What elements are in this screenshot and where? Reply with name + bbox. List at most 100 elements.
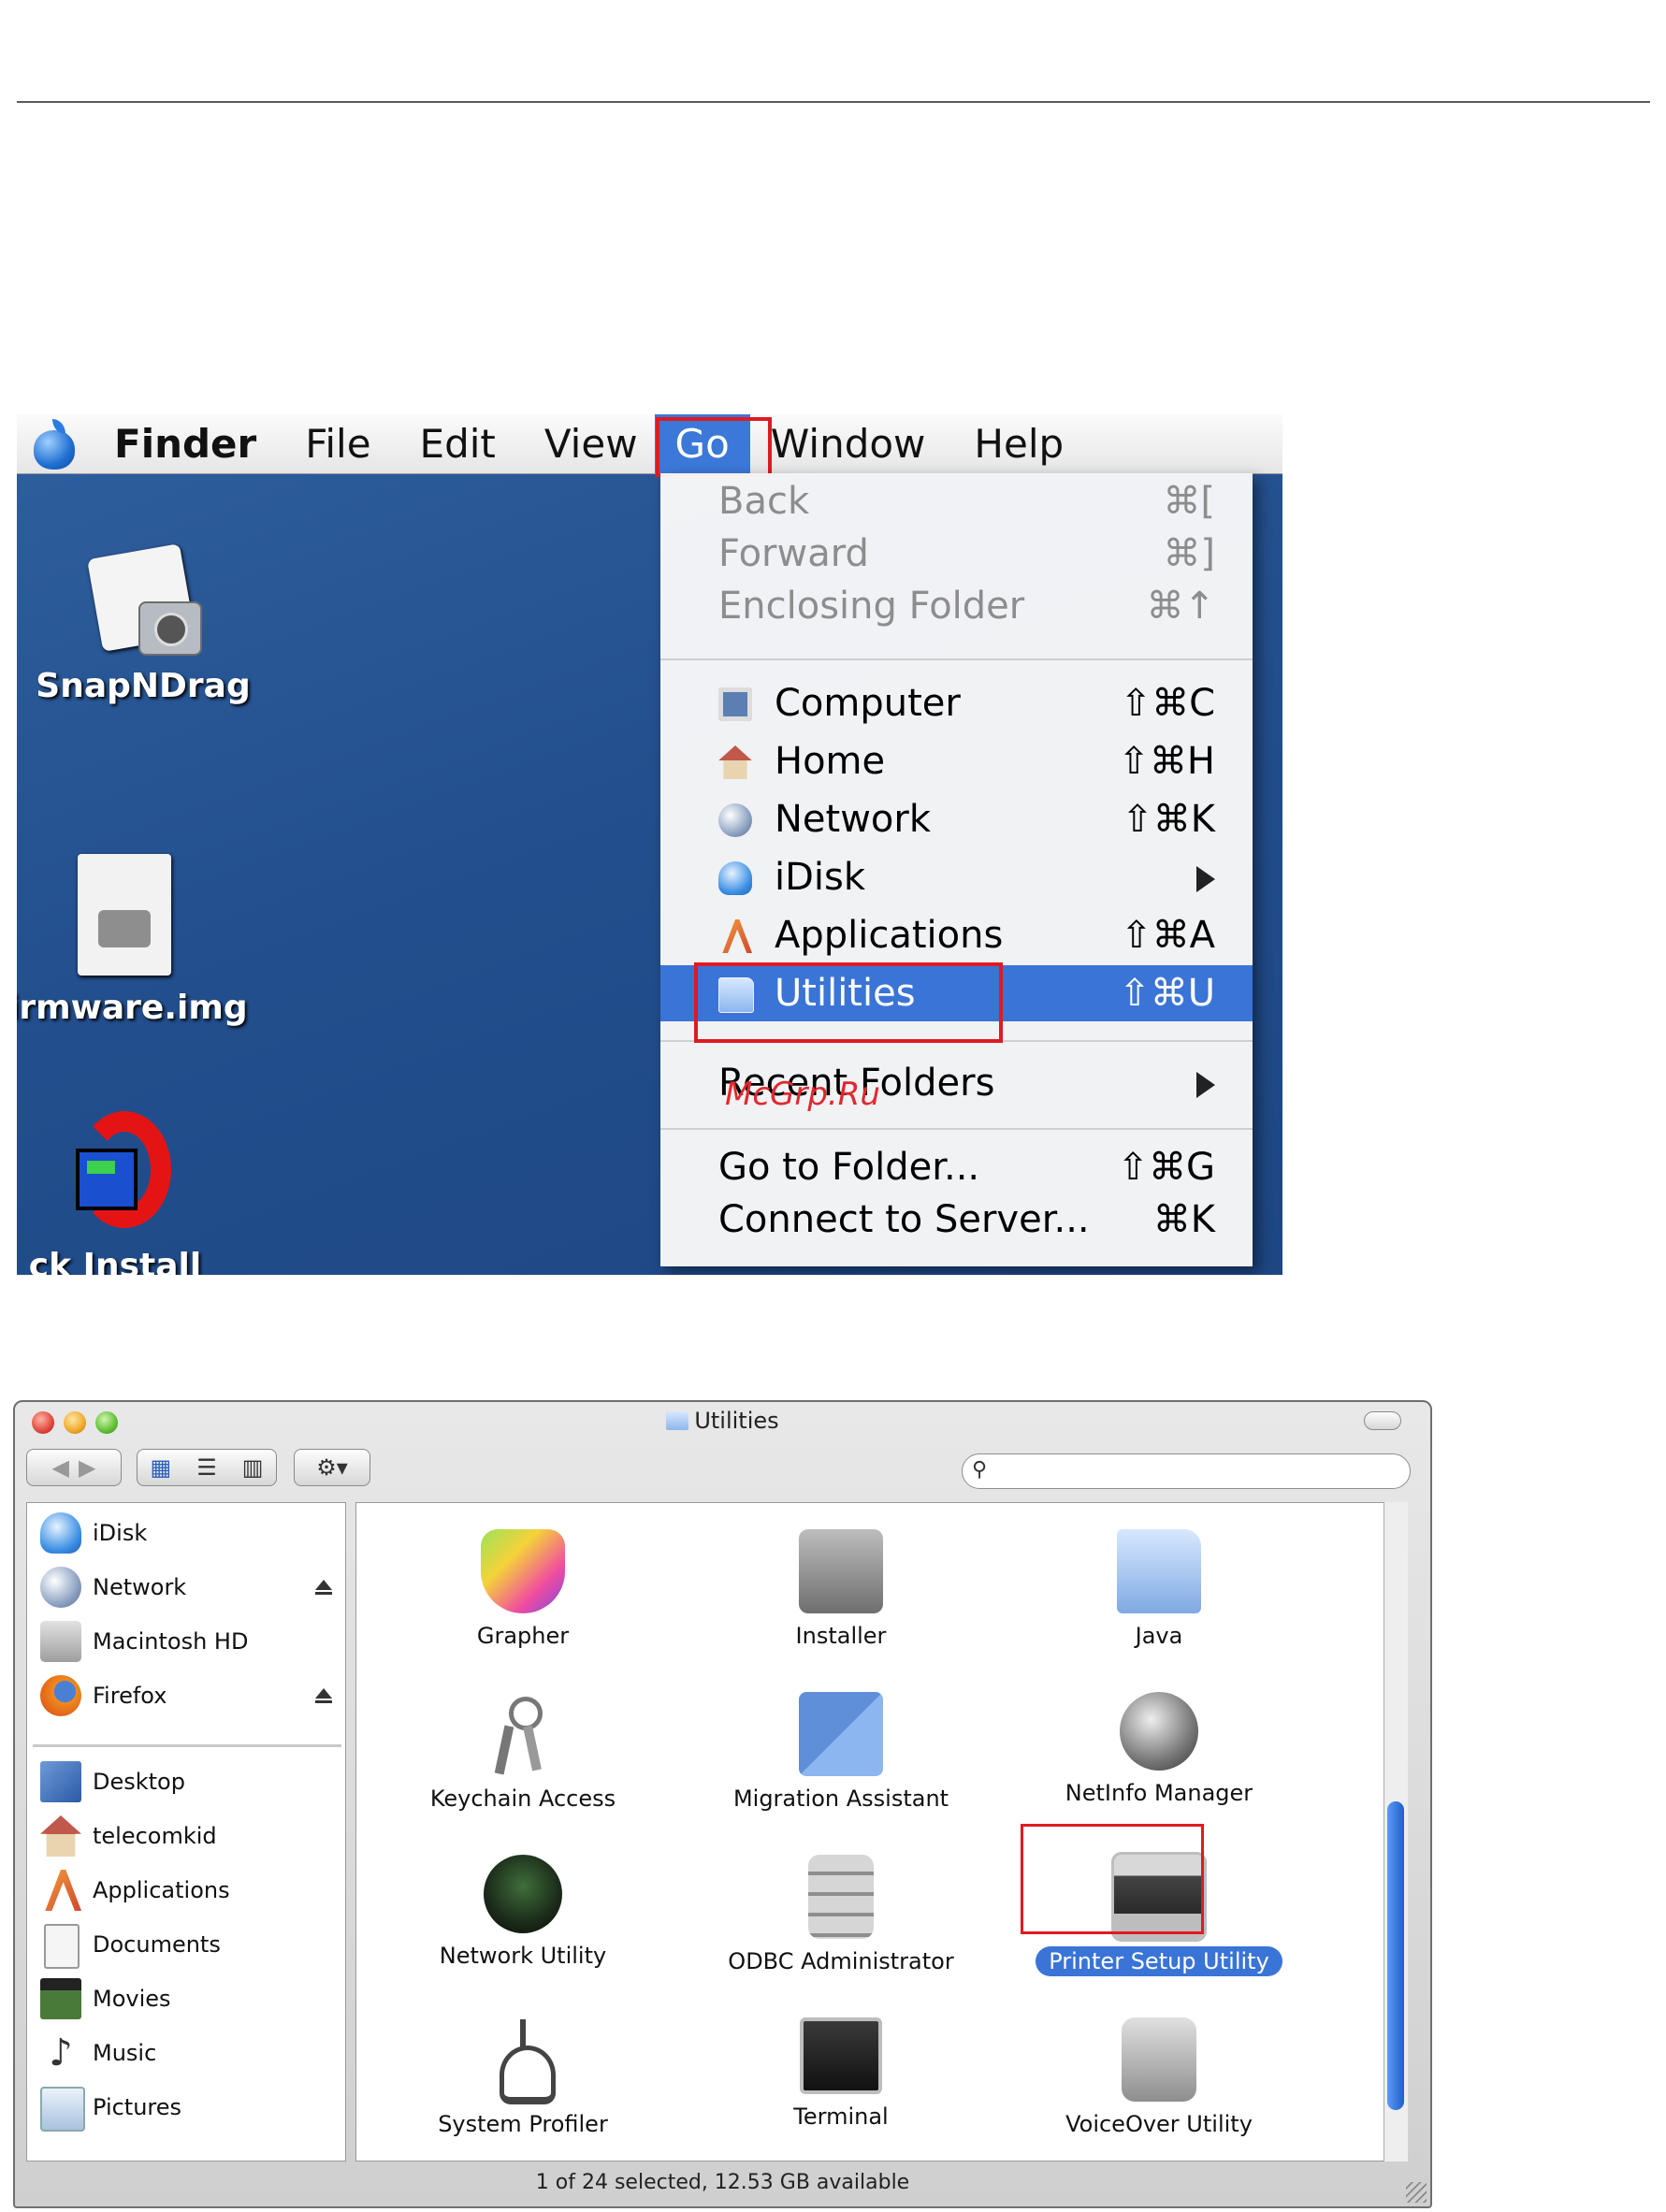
sidebar-item-macintosh-hd[interactable]: Macintosh HD	[27, 1617, 345, 1666]
netinfo-info-icon	[1120, 1692, 1198, 1771]
search-field[interactable]: ⚲	[962, 1453, 1411, 1489]
action-menu-button[interactable]: ⚙▾	[294, 1449, 370, 1486]
item-netinfo-manager[interactable]: NetInfo Manager	[1009, 1692, 1309, 1808]
sidebar-item-documents[interactable]: Documents	[27, 1920, 345, 1969]
menu-help[interactable]: Help	[974, 421, 1064, 467]
desktop-icon-firmware[interactable]: irmware.img	[17, 854, 248, 1027]
go-menu-screenshot: Finder File Edit View Go Window Help Sna…	[17, 414, 1282, 1275]
installer-icon	[799, 1529, 883, 1613]
page-rule	[17, 101, 1650, 103]
menu-view[interactable]: View	[544, 421, 638, 467]
vertical-scrollbar[interactable]	[1384, 1502, 1408, 2161]
menu-item-home[interactable]: Home ⇧⌘H	[660, 733, 1253, 789]
item-java[interactable]: Java	[1009, 1529, 1309, 1651]
go-dropdown-menu: Back ⌘[ Forward ⌘] Enclosing Folder ⌘↑ C…	[660, 473, 1253, 1266]
network-globe-icon	[718, 803, 752, 837]
utilities-icon-view: Grapher Installer Java Keychain Access M…	[355, 1502, 1408, 2161]
view-buttons[interactable]: ▦ ☰ ▥	[137, 1449, 277, 1486]
idisk-icon	[718, 861, 752, 895]
sidebar-item-pictures[interactable]: Pictures	[27, 2083, 345, 2132]
resize-grip-icon[interactable]	[1406, 2182, 1427, 2203]
eject-icon[interactable]	[315, 1580, 332, 1595]
sidebar-item-desktop[interactable]: Desktop	[27, 1757, 345, 1806]
voiceover-accessibility-icon	[1122, 2017, 1196, 2102]
terminal-icon	[800, 2017, 882, 2094]
menu-item-connect-to-server[interactable]: Connect to Server... ⌘K	[660, 1192, 1253, 1248]
sidebar-item-firefox[interactable]: Firefox	[27, 1671, 345, 1720]
menu-finder[interactable]: Finder	[114, 421, 256, 467]
printer-setup-callout	[1021, 1824, 1204, 1934]
item-keychain-access[interactable]: Keychain Access	[373, 1692, 673, 1814]
documents-icon	[44, 1924, 80, 1969]
gear-icon: ⚙▾	[316, 1454, 348, 1481]
sidebar-item-idisk[interactable]: iDisk	[27, 1509, 345, 1557]
window-title: Utilities	[694, 1408, 779, 1434]
item-network-utility[interactable]: Network Utility	[373, 1855, 673, 1971]
item-migration-assistant[interactable]: Migration Assistant	[691, 1692, 991, 1814]
menu-separator	[660, 1128, 1253, 1130]
sidebar-item-home[interactable]: telecomkid	[27, 1812, 345, 1860]
status-bar: 1 of 24 selected, 12.53 GB available	[535, 2171, 910, 2194]
sidebar-separator	[33, 1744, 341, 1747]
go-menu-callout	[656, 417, 772, 477]
list-view-icon[interactable]: ☰	[196, 1454, 217, 1481]
sidebar-item-applications[interactable]: Applications	[27, 1866, 345, 1915]
menu-item-back[interactable]: Back ⌘[	[660, 473, 1253, 529]
java-folder-icon	[1117, 1529, 1201, 1613]
eject-icon[interactable]	[315, 1688, 332, 1703]
item-terminal[interactable]: Terminal	[691, 2017, 991, 2132]
sidebar-item-network[interactable]: Network	[27, 1563, 345, 1612]
toolbar-toggle-button[interactable]	[1364, 1411, 1401, 1430]
item-odbc-administrator[interactable]: ODBC Administrator	[691, 1855, 991, 1976]
menu-item-applications[interactable]: Applications ⇧⌘A	[660, 907, 1253, 963]
scrollbar-thumb[interactable]	[1387, 1801, 1404, 2110]
item-system-profiler[interactable]: System Profiler	[373, 2017, 673, 2139]
item-voiceover-utility[interactable]: VoiceOver Utility	[1009, 2017, 1309, 2139]
home-icon	[40, 1815, 81, 1857]
icon-view-icon[interactable]: ▦	[151, 1454, 172, 1481]
menu-item-go-to-folder[interactable]: Go to Folder... ⇧⌘G	[660, 1139, 1253, 1195]
folder-icon	[666, 1411, 689, 1430]
network-globe-icon	[40, 1567, 81, 1608]
item-grapher[interactable]: Grapher	[373, 1529, 673, 1651]
menu-window[interactable]: Window	[771, 421, 926, 467]
search-icon: ⚲	[972, 1458, 988, 1482]
disk-image-file-icon	[78, 854, 171, 976]
menu-edit[interactable]: Edit	[420, 421, 496, 467]
sidebar-item-music[interactable]: ♪ Music	[27, 2029, 345, 2077]
menu-separator	[660, 658, 1253, 660]
computer-icon	[718, 687, 752, 721]
desktop-icon-install-wizard[interactable]: ck Install Wizard	[17, 1106, 232, 1275]
menu-item-computer[interactable]: Computer ⇧⌘C	[660, 675, 1253, 731]
desktop-icon	[40, 1761, 81, 1802]
install-wizard-icon	[50, 1106, 181, 1237]
keychain-keys-icon	[481, 1692, 565, 1776]
back-forward-buttons[interactable]: ◀ ▶	[26, 1449, 122, 1486]
snapndrag-icon	[87, 543, 202, 658]
apple-icon[interactable]	[32, 418, 77, 470]
menu-file[interactable]: File	[305, 421, 370, 467]
window-title-bar: Utilities	[15, 1408, 1430, 1434]
menu-item-enclosing-folder[interactable]: Enclosing Folder ⌘↑	[660, 578, 1253, 634]
menu-item-idisk[interactable]: iDisk	[660, 849, 1253, 905]
applications-icon	[722, 919, 752, 953]
item-installer[interactable]: Installer	[691, 1529, 991, 1651]
utilities-finder-window: Utilities ◀ ▶ ▦ ☰ ▥ ⚙▾ ⚲ iDisk Network Ma…	[13, 1400, 1432, 2208]
submenu-arrow-icon	[1196, 866, 1215, 892]
back-arrow-icon: ◀	[51, 1454, 69, 1481]
install-wizard-label: ck Install Wizard	[28, 1247, 202, 1275]
network-utility-radar-icon	[484, 1855, 562, 1933]
firefox-icon	[40, 1675, 81, 1716]
menu-item-network[interactable]: Network ⇧⌘K	[660, 791, 1253, 847]
submenu-arrow-icon	[1196, 1072, 1215, 1098]
pictures-icon	[40, 2087, 85, 2132]
music-note-icon: ♪	[49, 2031, 73, 2075]
menu-item-forward[interactable]: Forward ⌘]	[660, 526, 1253, 582]
column-view-icon[interactable]: ▥	[242, 1454, 264, 1481]
sidebar-item-movies[interactable]: Movies	[27, 1974, 345, 2023]
desktop-icon-snapndrag[interactable]: SnapNDrag	[26, 543, 260, 705]
system-profiler-icon	[481, 2017, 565, 2104]
forward-arrow-icon: ▶	[79, 1454, 96, 1481]
sidebar: iDisk Network Macintosh HD Firefox Deskt…	[26, 1502, 346, 2161]
clapperboard-icon	[40, 1978, 81, 2019]
